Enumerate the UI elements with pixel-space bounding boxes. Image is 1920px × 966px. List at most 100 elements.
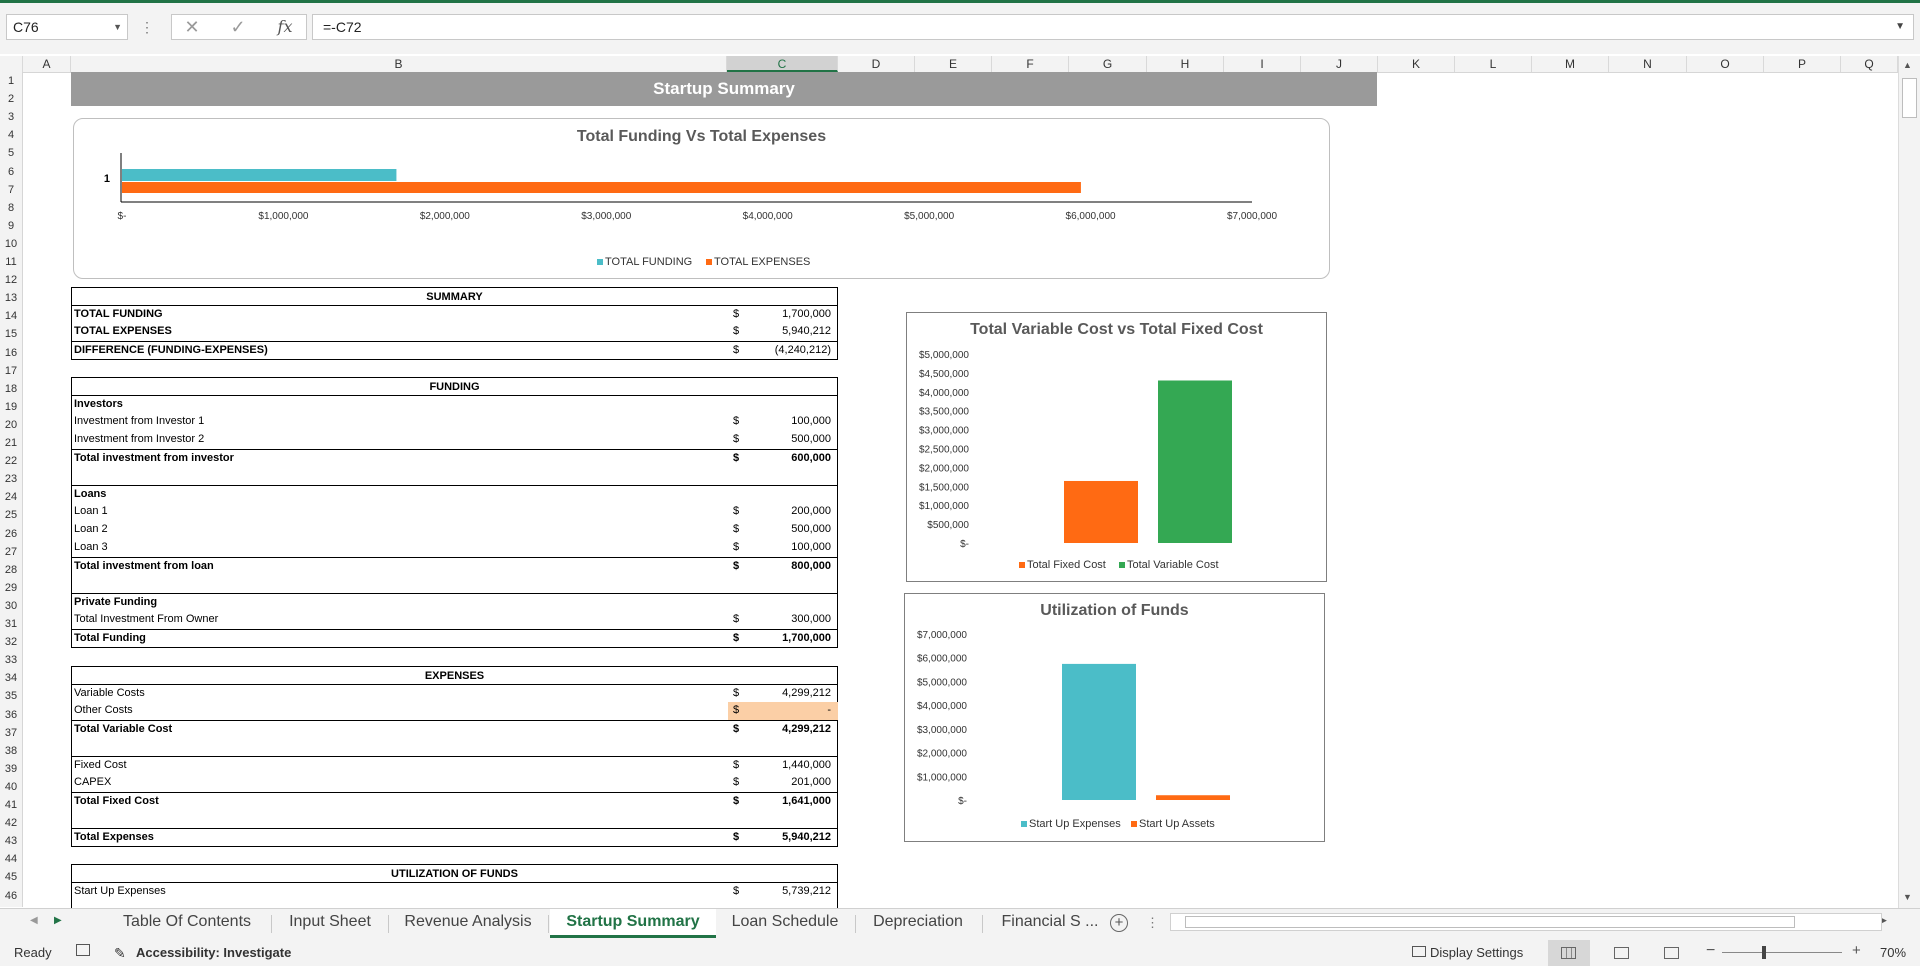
tab-startup-summary[interactable]: Startup Summary	[550, 909, 716, 938]
row-header[interactable]: 34	[0, 672, 22, 684]
table-row[interactable]: Total investment from investor $600,000	[72, 449, 837, 468]
row-header[interactable]: 44	[0, 853, 22, 865]
table-row[interactable]: TOTAL FUNDING $1,700,000	[72, 305, 837, 324]
table-row[interactable]: Investors	[72, 395, 837, 414]
row-header[interactable]: 13	[0, 292, 22, 304]
accessibility-icon[interactable]: ✎	[114, 945, 126, 962]
zoom-level[interactable]: 70%	[1880, 945, 1906, 960]
column-header[interactable]: H	[1147, 56, 1224, 72]
table-row[interactable]: Loans	[72, 485, 837, 504]
macro-record-icon[interactable]	[76, 944, 90, 956]
row-header[interactable]: 9	[0, 220, 22, 232]
row-header[interactable]: 36	[0, 709, 22, 721]
row-header[interactable]: 5	[0, 147, 22, 159]
zoom-slider[interactable]	[1722, 952, 1842, 953]
more-options-icon[interactable]: ⋮	[140, 14, 154, 40]
scroll-up-icon[interactable]: ▲	[1903, 60, 1912, 70]
row-header[interactable]: 41	[0, 799, 22, 811]
table-row[interactable]: Loan 1 $200,000	[72, 503, 837, 521]
row-header[interactable]: 16	[0, 347, 22, 359]
table-row[interactable]: Investment from Investor 2 $500,000	[72, 431, 837, 449]
row-header[interactable]: 33	[0, 654, 22, 666]
highlighted-cell[interactable]	[728, 702, 838, 720]
column-header[interactable]: I	[1224, 56, 1301, 72]
column-header[interactable]: M	[1532, 56, 1609, 72]
cancel-icon[interactable]: ✕	[180, 14, 204, 40]
scroll-thumb[interactable]	[1185, 916, 1795, 928]
page-layout-icon[interactable]	[1614, 947, 1629, 959]
column-header[interactable]: L	[1455, 56, 1532, 72]
row-header[interactable]: 26	[0, 528, 22, 540]
row-header[interactable]: 25	[0, 509, 22, 521]
row-header[interactable]: 45	[0, 871, 22, 883]
zoom-in-icon[interactable]: +	[1852, 942, 1861, 959]
formula-input[interactable]: =-C72 ▼	[312, 14, 1914, 40]
table-row[interactable]: Investment from Investor 1 $100,000	[72, 413, 837, 431]
row-header[interactable]: 40	[0, 781, 22, 793]
zoom-slider-thumb[interactable]	[1762, 946, 1766, 959]
row-header[interactable]: 22	[0, 455, 22, 467]
variable-vs-fixed-chart[interactable]: Total Variable Cost vs Total Fixed Cost …	[906, 312, 1327, 582]
column-header[interactable]: E	[915, 56, 992, 72]
column-header-selected[interactable]: C	[727, 56, 838, 72]
table-row[interactable]: Private Funding	[72, 593, 837, 612]
column-header[interactable]: O	[1687, 56, 1764, 72]
horizontal-scrollbar[interactable]	[1170, 913, 1882, 931]
column-header[interactable]: J	[1301, 56, 1378, 72]
row-header[interactable]: 3	[0, 111, 22, 123]
tab-financial-statements[interactable]: Financial S ...	[990, 909, 1110, 935]
column-header[interactable]: D	[838, 56, 915, 72]
row-header[interactable]: 19	[0, 401, 22, 413]
scroll-thumb[interactable]	[1902, 78, 1917, 118]
column-header[interactable]: Q	[1841, 56, 1898, 72]
row-header[interactable]: 43	[0, 835, 22, 847]
row-header[interactable]: 2	[0, 93, 22, 105]
column-header[interactable]: A	[23, 56, 71, 72]
vertical-scrollbar[interactable]: ▲ ▼	[1898, 56, 1920, 908]
funding-vs-expenses-chart[interactable]: Total Funding Vs Total Expenses 1 $- $1,00…	[73, 118, 1330, 279]
scroll-down-icon[interactable]: ▼	[1903, 892, 1912, 902]
row-header[interactable]: 27	[0, 546, 22, 558]
row-header[interactable]: 31	[0, 618, 22, 630]
display-settings-icon[interactable]	[1412, 946, 1426, 957]
row-header[interactable]: 42	[0, 817, 22, 829]
more-options-icon[interactable]: ⋮	[1146, 915, 1159, 931]
row-header[interactable]: 6	[0, 166, 22, 178]
row-header[interactable]: 32	[0, 636, 22, 648]
column-header[interactable]: P	[1764, 56, 1841, 72]
tab-input-sheet[interactable]: Input Sheet	[276, 909, 384, 935]
tab-loan-schedule[interactable]: Loan Schedule	[720, 909, 850, 935]
name-box[interactable]: C76 ▼	[6, 14, 128, 40]
table-row[interactable]: Variable Costs $4,299,212	[72, 684, 837, 703]
table-row[interactable]: CAPEX $201,000	[72, 774, 837, 792]
table-row[interactable]: Total Funding $1,700,000	[72, 629, 837, 648]
row-header[interactable]: 39	[0, 763, 22, 775]
prev-sheet-icon[interactable]: ◀	[30, 915, 38, 926]
table-row[interactable]: Other Costs $ -	[72, 702, 838, 720]
row-header[interactable]: 29	[0, 582, 22, 594]
row-header[interactable]: 12	[0, 274, 22, 286]
table-row[interactable]: Total investment from loan $800,000	[72, 557, 837, 576]
row-header[interactable]: 20	[0, 419, 22, 431]
next-sheet-icon[interactable]: ▶	[54, 915, 62, 926]
column-header[interactable]: B	[71, 56, 727, 72]
table-row[interactable]: TOTAL EXPENSES $5,940,212	[72, 323, 837, 341]
column-header[interactable]: F	[992, 56, 1069, 72]
row-header[interactable]: 37	[0, 727, 22, 739]
tab-depreciation[interactable]: Depreciation	[860, 909, 976, 935]
table-row[interactable]: Total Fixed Cost $1,641,000	[72, 792, 837, 811]
tab-table-of-contents[interactable]: Table Of Contents	[108, 909, 266, 935]
row-header[interactable]: 15	[0, 328, 22, 340]
table-row[interactable]: Total Investment From Owner $300,000	[72, 611, 837, 629]
add-sheet-icon[interactable]: +	[1110, 914, 1128, 932]
column-header[interactable]: K	[1378, 56, 1455, 72]
row-header[interactable]: 7	[0, 184, 22, 196]
row-header[interactable]: 18	[0, 383, 22, 395]
row-header[interactable]: 46	[0, 890, 22, 902]
insert-function-icon[interactable]: fx	[272, 14, 298, 40]
expand-formula-icon[interactable]: ▼	[1895, 15, 1905, 39]
table-row[interactable]: DIFFERENCE (FUNDING-EXPENSES) $ (4,240,212…	[72, 341, 837, 360]
enter-icon[interactable]: ✓	[226, 14, 250, 40]
row-header[interactable]: 24	[0, 491, 22, 503]
table-row[interactable]: Loan 2 $500,000	[72, 521, 837, 539]
